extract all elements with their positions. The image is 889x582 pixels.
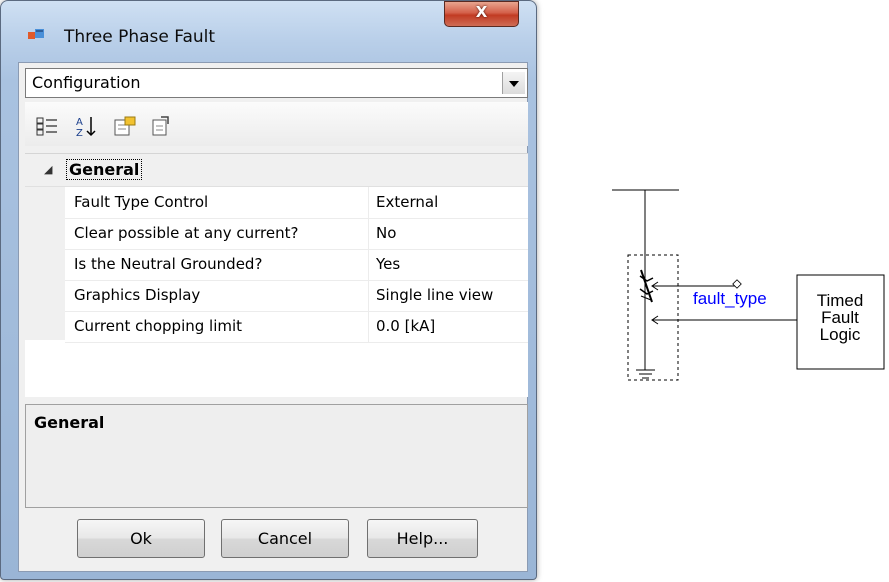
- fault-component-box[interactable]: [627, 254, 679, 381]
- property-row[interactable]: Clear possible at any current? No: [65, 218, 528, 250]
- property-value[interactable]: External: [376, 193, 438, 211]
- breaker-symbol: [639, 269, 654, 303]
- schematic-diagram: [612, 189, 885, 381]
- property-row[interactable]: Fault Type Control External: [65, 187, 528, 219]
- property-grid: ◢ General Fault Type Control External Cl…: [25, 153, 528, 397]
- export-icon[interactable]: [148, 115, 174, 137]
- dialog-title: Three Phase Fault: [64, 27, 216, 47]
- property-value[interactable]: Yes: [376, 255, 400, 273]
- help-button[interactable]: Help...: [367, 519, 478, 558]
- ground-icon: [636, 369, 655, 379]
- app-icon: [28, 29, 44, 39]
- property-value[interactable]: Single line view: [376, 286, 493, 304]
- view-select[interactable]: Configuration: [25, 68, 528, 98]
- property-name: Is the Neutral Grounded?: [74, 255, 263, 273]
- cancel-button[interactable]: Cancel: [221, 519, 349, 558]
- title-bar[interactable]: Three Phase Fault X: [1, 1, 536, 47]
- help-pane: General: [25, 404, 528, 508]
- property-pages-icon[interactable]: [112, 115, 138, 137]
- close-icon: X: [475, 3, 488, 21]
- help-title: General: [34, 413, 105, 432]
- signal-label: fault_type: [693, 289, 767, 308]
- view-select-value: Configuration: [32, 73, 141, 92]
- property-name: Current chopping limit: [74, 317, 243, 335]
- property-value[interactable]: No: [376, 224, 396, 242]
- property-row[interactable]: Graphics Display Single line view: [65, 280, 528, 312]
- logic-box-line: Fault: [821, 308, 859, 327]
- category-row-general[interactable]: ◢ General: [25, 154, 528, 187]
- category-label: General: [66, 159, 143, 180]
- chevron-down-icon[interactable]: [502, 72, 525, 94]
- ok-button[interactable]: Ok: [77, 519, 205, 558]
- column-divider: [368, 311, 369, 342]
- property-row[interactable]: Is the Neutral Grounded? Yes: [65, 249, 528, 281]
- connection-node-icon[interactable]: [732, 279, 742, 289]
- column-divider: [368, 280, 369, 311]
- logic-box-label: Timed Fault Logic: [798, 292, 882, 343]
- column-divider: [368, 218, 369, 249]
- column-divider: [368, 249, 369, 280]
- property-name: Clear possible at any current?: [74, 224, 299, 242]
- collapse-icon[interactable]: ◢: [44, 163, 52, 176]
- property-toolbar: A Z: [25, 102, 528, 146]
- property-name: Fault Type Control: [74, 193, 209, 211]
- alphabetical-sort-icon[interactable]: A Z: [74, 115, 100, 137]
- property-value[interactable]: 0.0 [kA]: [376, 317, 435, 335]
- column-divider: [368, 187, 369, 218]
- property-name: Graphics Display: [74, 286, 201, 304]
- logic-box-line: Timed: [816, 291, 864, 310]
- property-row[interactable]: Current chopping limit 0.0 [kA]: [65, 311, 528, 343]
- svg-text:Z: Z: [76, 128, 83, 137]
- close-button[interactable]: X: [444, 1, 519, 27]
- svg-text:A: A: [76, 117, 83, 128]
- logic-box-line: Logic: [819, 325, 861, 344]
- categorized-icon[interactable]: [35, 115, 61, 137]
